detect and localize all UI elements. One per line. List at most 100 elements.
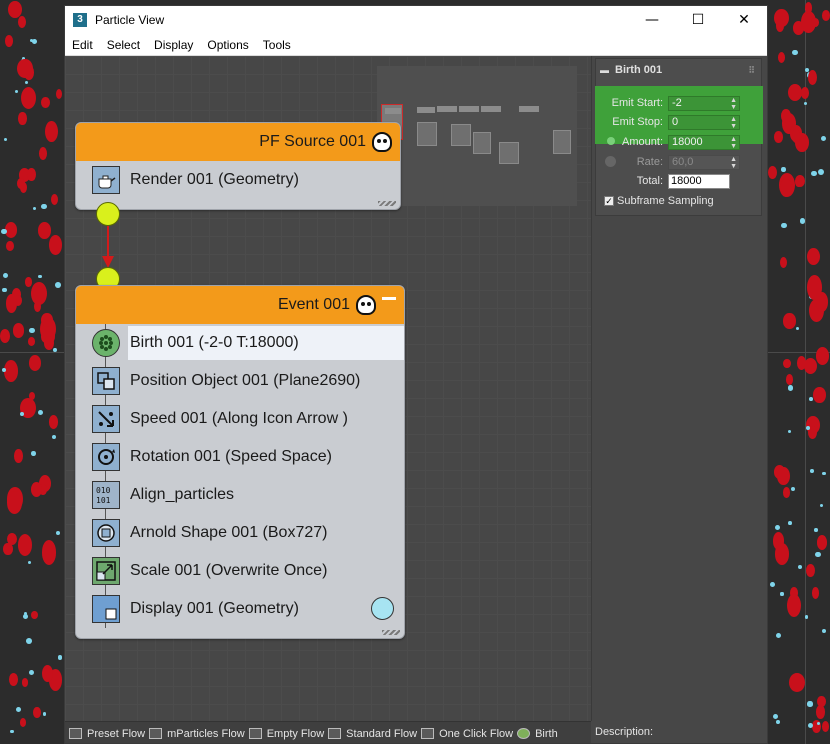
resize-grip[interactable] <box>382 630 400 635</box>
cyan-particle <box>787 384 794 391</box>
operator-row[interactable]: Rotation 001 (Speed Space) <box>76 438 404 476</box>
red-particle <box>795 176 802 187</box>
depot-item[interactable]: Standard Flow <box>328 728 417 740</box>
spinner-arrows-icon[interactable]: ▲ ▼ <box>730 136 737 150</box>
collapse-toggle-icon[interactable]: ▬ <box>600 65 609 75</box>
cyan-particle <box>818 169 824 175</box>
red-particle <box>44 335 55 350</box>
rollout-header[interactable]: ▬ Birth 001 ⠿ <box>596 59 761 81</box>
resize-grip[interactable] <box>378 201 396 206</box>
pf-source-node[interactable]: PF Source 001 Render 001 (Geometry) <box>75 122 401 210</box>
display-color-swatch[interactable] <box>371 597 394 620</box>
cyan-particle <box>27 560 31 565</box>
pf-source-header[interactable]: PF Source 001 <box>76 123 400 161</box>
cyan-particle <box>29 669 35 675</box>
operator-row[interactable]: Birth 001 (-2-0 T:18000) <box>76 324 404 362</box>
depot-item[interactable]: Empty Flow <box>248 728 324 740</box>
emit-stop-label: Emit Stop: <box>612 116 663 128</box>
cyan-particle <box>776 719 781 724</box>
drag-handle-icon[interactable]: ⠿ <box>748 65 755 76</box>
cyan-particle <box>57 655 63 660</box>
red-particle <box>31 282 48 306</box>
collapse-icon[interactable] <box>382 296 396 300</box>
red-particle <box>28 354 42 371</box>
minimap-node <box>481 106 501 112</box>
red-particle <box>777 466 790 486</box>
emit-stop-spinner[interactable]: 0 ▲ ▼ <box>668 114 740 130</box>
overview-minimap[interactable] <box>377 66 577 206</box>
minimize-button[interactable]: — <box>629 6 675 34</box>
menu-select[interactable]: Select <box>100 34 147 56</box>
title-bar[interactable]: 3 Particle View — ☐ ✕ <box>65 6 767 34</box>
menu-options[interactable]: Options <box>200 34 255 56</box>
red-particle <box>804 358 818 375</box>
flow-canvas[interactable]: PF Source 001 Render 001 (Geometry) Even… <box>65 56 591 721</box>
red-particle <box>783 487 791 498</box>
operator-label: Align_particles <box>130 486 235 503</box>
amount-spinner[interactable]: 18000 ▲ ▼ <box>668 134 740 150</box>
cyan-particle <box>780 222 787 229</box>
red-particle <box>816 535 828 550</box>
depot-item[interactable]: mParticles Flow <box>149 728 245 740</box>
red-particle <box>17 177 25 189</box>
spinner-arrows-icon[interactable]: ▲ ▼ <box>730 116 737 130</box>
red-particle <box>33 706 41 719</box>
operator-row[interactable]: Position Object 001 (Plane2690) <box>76 362 404 400</box>
cyan-particle <box>41 204 47 210</box>
operator-row[interactable]: 010 101 Align_particles <box>76 476 404 514</box>
skull-icon[interactable] <box>356 295 376 315</box>
depot-item[interactable]: Preset Flow <box>69 728 145 740</box>
display-icon <box>92 595 120 623</box>
checkbox-checked-icon[interactable]: ✓ <box>604 196 614 206</box>
depot-item[interactable]: Birth <box>517 728 558 740</box>
operator-row[interactable]: Render 001 (Geometry) <box>76 161 400 199</box>
cyan-particle <box>814 528 818 532</box>
red-particle <box>787 593 802 617</box>
red-particle <box>6 240 14 251</box>
red-particle <box>789 672 806 692</box>
rate-spinner[interactable]: 60,0 ▲ ▼ <box>668 154 740 170</box>
red-particle <box>17 15 26 28</box>
red-particle <box>38 147 47 161</box>
total-label: Total: <box>636 175 663 187</box>
speed-icon <box>92 405 120 433</box>
cyan-particle <box>808 396 813 401</box>
cyan-particle <box>26 637 32 644</box>
event-header[interactable]: Event 001 <box>76 286 404 324</box>
spinner-arrows-icon[interactable]: ▲ ▼ <box>730 156 737 170</box>
depot-bar: Preset Flow mParticles Flow Empty Flow S… <box>65 721 591 743</box>
cyan-particle <box>774 524 781 531</box>
operator-row[interactable]: Speed 001 (Along Icon Arrow ) <box>76 400 404 438</box>
event-title: Event 001 <box>277 296 350 313</box>
red-particle <box>41 313 53 327</box>
viewport-grid-line <box>0 352 64 353</box>
red-particle <box>777 51 785 63</box>
cyan-particle <box>797 564 803 570</box>
menu-display[interactable]: Display <box>147 34 200 56</box>
skull-icon[interactable] <box>372 132 392 152</box>
emit-start-spinner[interactable]: -2 ▲ ▼ <box>668 95 740 111</box>
cyan-particle <box>1 367 6 372</box>
maximize-button[interactable]: ☐ <box>675 6 721 34</box>
operator-row[interactable]: Arnold Shape 001 (Box727) <box>76 514 404 552</box>
spinner-arrows-icon[interactable]: ▲ ▼ <box>730 97 737 111</box>
red-particle <box>48 235 62 255</box>
total-field: 18000 <box>668 173 730 189</box>
flow-icon <box>328 728 342 739</box>
menu-edit[interactable]: Edit <box>65 34 100 56</box>
minimap-node <box>553 130 571 154</box>
red-particle <box>20 86 36 109</box>
operator-row[interactable]: Scale 001 (Overwrite Once) <box>76 552 404 590</box>
red-particle <box>27 337 35 346</box>
rotation-icon <box>92 443 120 471</box>
output-port[interactable] <box>96 202 120 226</box>
operator-row[interactable]: Display 001 (Geometry) <box>76 590 404 628</box>
operator-label: Birth 001 (-2-0 T:18000) <box>128 326 404 360</box>
event-node[interactable]: Event 001 Birth 001 (-2-0 T:18000) Posit… <box>75 285 405 639</box>
minimap-node <box>417 107 435 113</box>
menu-tools[interactable]: Tools <box>256 34 298 56</box>
depot-item[interactable]: One Click Flow <box>421 728 513 740</box>
subframe-sampling-checkbox[interactable]: ✓ Subframe Sampling <box>604 192 714 210</box>
red-particle <box>805 563 815 578</box>
close-button[interactable]: ✕ <box>721 6 767 34</box>
